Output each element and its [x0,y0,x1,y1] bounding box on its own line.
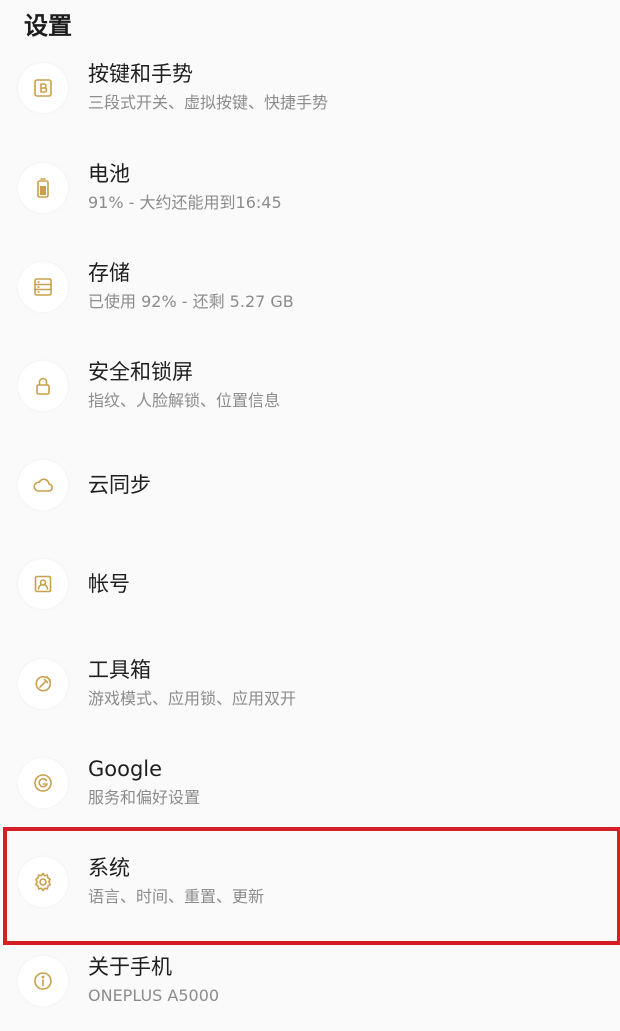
settings-item-label: 帐号 [88,572,130,596]
settings-item-about-phone[interactable]: 关于手机 ONEPLUS A5000 [0,931,620,1031]
settings-item-cloud-sync[interactable]: 云同步 [0,435,620,535]
settings-item-account[interactable]: 帐号 [0,534,620,634]
info-icon [18,956,68,1006]
settings-item-summary: ONEPLUS A5000 [88,986,220,1005]
battery-icon [18,163,68,213]
app-header: 设置 [0,0,620,62]
settings-item-label: 按键和手势 [88,62,193,86]
settings-item-label: 安全和锁屏 [88,360,193,384]
settings-item-security[interactable]: 安全和锁屏 指纹、人脸解锁、位置信息 [0,336,620,436]
settings-item-label: Google [88,757,163,781]
settings-item-summary: 语言、时间、重置、更新 [88,887,265,906]
storage-icon [18,262,68,312]
gear-icon [18,857,68,907]
settings-item-label: 存储 [88,261,130,285]
settings-item-summary: 指纹、人脸解锁、位置信息 [88,391,281,410]
buttons-b-icon [18,63,68,113]
google-icon [18,758,68,808]
settings-item-label: 云同步 [88,473,151,497]
settings-item-google[interactable]: Google 服务和偏好设置 [0,733,620,833]
settings-item-toolbox[interactable]: 工具箱 游戏模式、应用锁、应用双开 [0,634,620,734]
settings-item-battery[interactable]: 电池 91% - 大约还能用到16:45 [0,138,620,238]
settings-item-summary: 游戏模式、应用锁、应用双开 [88,689,297,708]
account-icon [18,559,68,609]
settings-item-label: 系统 [88,856,130,880]
cloud-icon [18,460,68,510]
settings-item-system[interactable]: 系统 语言、时间、重置、更新 [0,832,620,932]
page-title: 设置 [24,12,72,40]
settings-item-label: 电池 [88,162,130,186]
lock-icon [18,361,68,411]
toolbox-icon [18,659,68,709]
settings-item-summary: 91% - 大约还能用到16:45 [88,193,282,212]
settings-list: 按键和手势 三段式开关、虚拟按键、快捷手势 电池 91% - 大约还能用到16:… [0,0,620,1030]
settings-item-summary: 已使用 92% - 还剩 5.27 GB [88,292,294,311]
settings-item-summary: 服务和偏好设置 [88,788,201,807]
settings-item-summary: 三段式开关、虚拟按键、快捷手势 [88,93,329,112]
settings-item-label: 关于手机 [88,955,172,979]
settings-item-label: 工具箱 [88,658,151,682]
settings-item-storage[interactable]: 存储 已使用 92% - 还剩 5.27 GB [0,237,620,337]
